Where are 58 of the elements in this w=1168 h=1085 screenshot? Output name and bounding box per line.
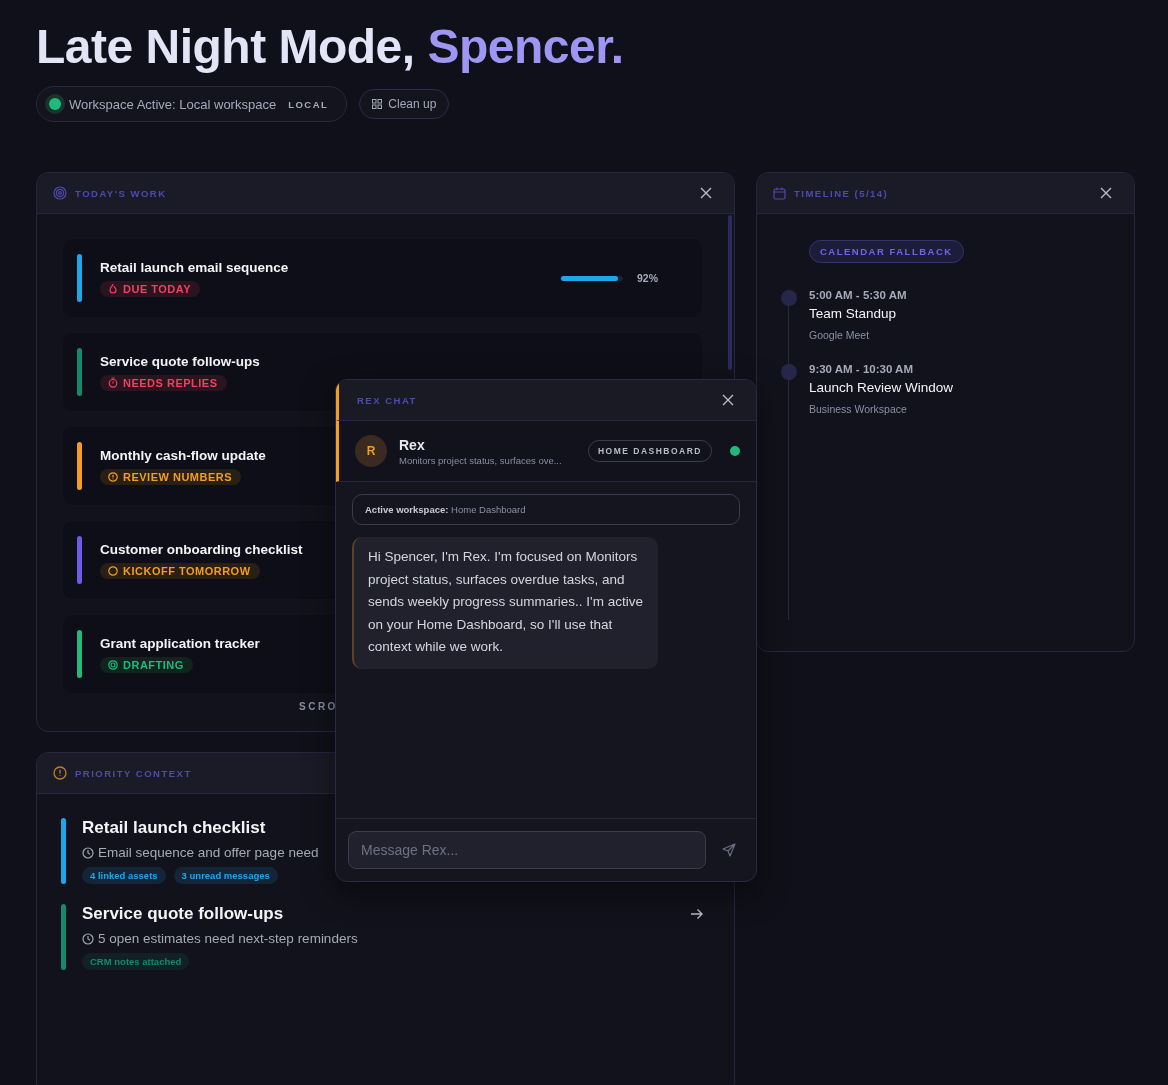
priority-title: Retail launch checklist bbox=[82, 818, 267, 838]
priority-tag: 3 unread messages bbox=[173, 867, 278, 884]
panel-title: TIMELINE (5/14) bbox=[794, 187, 890, 199]
task-card[interactable]: Retail launch email sequence DUE TODAY 92% bbox=[63, 239, 702, 317]
agent-avatar: R bbox=[355, 435, 387, 467]
panel-title: TODAY'S WORK bbox=[75, 187, 168, 199]
event-location: Google Meet bbox=[809, 329, 871, 341]
scroll-hint: SCRO bbox=[299, 701, 338, 712]
task-title: Grant application tracker bbox=[100, 635, 260, 651]
calendar-icon bbox=[773, 186, 786, 200]
event-title[interactable]: Launch Review Window bbox=[809, 380, 1114, 395]
status-tag: DRAFTING bbox=[100, 656, 193, 673]
task-title: Service quote follow-ups bbox=[100, 353, 260, 369]
workspace-label: Workspace Active: Local workspace bbox=[69, 96, 277, 112]
calendar-fallback-badge: CALENDAR FALLBACK bbox=[809, 240, 964, 263]
target-icon bbox=[108, 659, 118, 670]
alert-icon bbox=[108, 471, 118, 482]
agent-summary: Monitors project status, surfaces ove... bbox=[399, 454, 563, 466]
clean-up-button[interactable]: Clean up bbox=[359, 89, 450, 119]
event-title[interactable]: Team Standup bbox=[809, 306, 1114, 321]
context-note: Active workspace: Home Dashboard bbox=[352, 494, 740, 525]
agent-name: Rex bbox=[399, 436, 426, 453]
status-tag: NEEDS REPLIES bbox=[100, 374, 227, 391]
event-time: 5:00 AM - 5:30 AM bbox=[809, 289, 908, 301]
grid-icon bbox=[372, 99, 383, 109]
event-location: Business Workspace bbox=[809, 403, 908, 415]
close-icon[interactable] bbox=[722, 394, 734, 406]
panel-title: PRIORITY CONTEXT bbox=[75, 767, 193, 779]
close-icon[interactable] bbox=[700, 187, 712, 199]
chat-message: Hi Spencer, I'm Rex. I'm focused on Monitors project status, surfaces overdue tasks, and sends weekly progress summaries.. I'm active on your Home Dashboard, so I'll use that context while we work. bbox=[352, 537, 658, 669]
workspace-tag: LOCAL bbox=[288, 98, 329, 110]
priority-tag: 4 linked assets bbox=[82, 867, 166, 884]
task-title: Retail launch email sequence bbox=[100, 259, 289, 275]
send-icon[interactable] bbox=[722, 843, 736, 857]
message-input[interactable]: Message Rex... bbox=[348, 831, 706, 869]
clock-icon bbox=[82, 932, 94, 945]
arrow-right-icon[interactable] bbox=[690, 908, 704, 920]
greeting-title: Late Night Mode, Spencer. bbox=[36, 19, 625, 75]
clock-icon bbox=[82, 846, 94, 859]
priority-detail: 5 open estimates need next-step reminders bbox=[98, 931, 358, 946]
priority-tag: CRM notes attached bbox=[82, 953, 190, 970]
event-time: 9:30 AM - 10:30 AM bbox=[809, 363, 914, 375]
timer-icon bbox=[108, 377, 118, 388]
status-tag: KICKOFF TOMORROW bbox=[100, 562, 260, 579]
task-title: Customer onboarding checklist bbox=[100, 541, 303, 557]
status-tag: REVIEW NUMBERS bbox=[100, 468, 242, 485]
target-icon bbox=[53, 186, 67, 200]
circle-icon bbox=[108, 565, 118, 576]
flame-icon bbox=[108, 283, 118, 294]
status-tag: DUE TODAY bbox=[100, 280, 201, 297]
alert-icon bbox=[53, 766, 67, 780]
progress-reading: 92% bbox=[637, 272, 658, 284]
task-title: Monthly cash-flow update bbox=[100, 447, 266, 463]
priority-title: Service quote follow-ups bbox=[82, 904, 285, 924]
chat-title: REX CHAT bbox=[357, 394, 418, 406]
scrollbar[interactable] bbox=[728, 215, 732, 370]
priority-detail: Email sequence and offer page need bbox=[98, 845, 319, 860]
close-icon[interactable] bbox=[1100, 187, 1112, 199]
